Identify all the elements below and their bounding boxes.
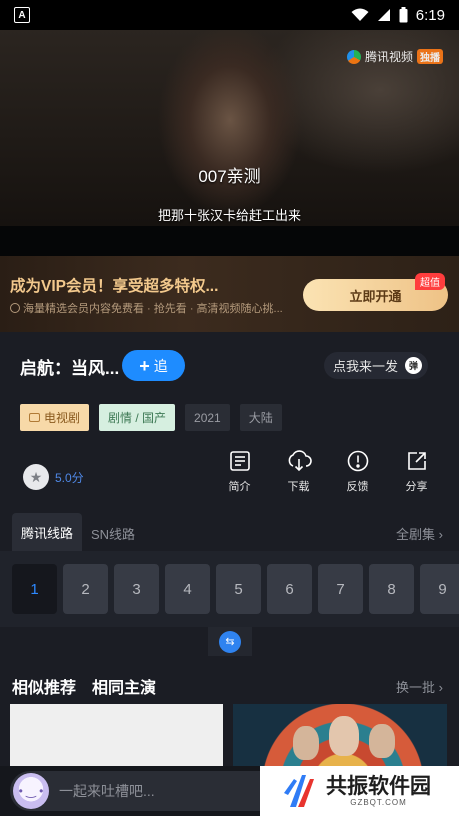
episode-item[interactable]: 3 — [114, 564, 159, 614]
status-bar: A 6:19 — [0, 0, 459, 30]
chevron-right-icon: › — [438, 527, 443, 542]
feedback-icon — [347, 450, 368, 472]
show-tags: 电视剧 剧情 / 国产 2021 大陆 — [20, 404, 282, 431]
episode-item[interactable]: 5 — [216, 564, 261, 614]
recommend-tabs: 相似推荐 相同主演 — [12, 674, 156, 698]
site-logo-name: 共振软件园 — [326, 774, 431, 798]
watermark-badge: 独播 — [417, 49, 443, 64]
refresh-link[interactable]: 换一批 › — [396, 677, 443, 696]
score-value: 5.0分 — [55, 470, 84, 485]
refresh-label: 换一批 — [396, 680, 436, 695]
feedback-button[interactable]: 反馈 — [328, 450, 387, 494]
route-tab-tencent[interactable]: 腾讯线路 — [12, 513, 82, 551]
star-icon: ★ — [23, 464, 49, 490]
tag-type-label: 电视剧 — [44, 411, 81, 425]
vip-title: 成为VIP会员！享受超多特权... — [10, 278, 219, 295]
intro-label: 简介 — [228, 481, 251, 493]
status-icons: 6:19 — [351, 7, 445, 24]
all-episodes-label: 全剧集 — [396, 527, 436, 542]
clock-icon — [10, 303, 20, 313]
poster-figure — [293, 726, 319, 760]
video-watermark: 腾讯视频 独播 — [346, 48, 443, 65]
app-notification-icon: A — [14, 7, 30, 23]
share-icon — [407, 452, 426, 470]
intro-button[interactable]: 简介 — [210, 450, 269, 494]
video-player[interactable]: 腾讯视频 独播 007亲测 把那十张汉卡给赶工出来 — [0, 30, 459, 256]
share-button[interactable]: 分享 — [387, 450, 446, 494]
video-subtitle-bottom: 把那十张汉卡给赶工出来 — [157, 208, 301, 223]
tag-region[interactable]: 大陆 — [239, 404, 282, 431]
danmaku-prompt-button[interactable]: 点我来一发 弹 — [324, 352, 428, 379]
battery-icon — [399, 7, 408, 23]
poster-figure — [369, 724, 395, 758]
site-logo: 共振软件园 GZBQT.COM — [260, 766, 459, 816]
tab-same-cast[interactable]: 相同主演 — [92, 674, 156, 698]
site-logo-url: GZBQT.COM — [350, 797, 407, 807]
route-tab-sn[interactable]: SN线路 — [91, 524, 135, 543]
follow-button[interactable]: + 追 — [122, 350, 185, 381]
wifi-icon — [351, 8, 369, 21]
comment-input[interactable]: • ‿ • 一起来吐槽吧... — [10, 771, 260, 811]
tab-similar[interactable]: 相似推荐 — [12, 674, 76, 698]
signal-icon — [377, 9, 390, 21]
download-icon — [288, 450, 312, 472]
danmaku-prompt-label: 点我来一发 — [333, 359, 399, 374]
collapse-toggle[interactable]: ⇆ — [208, 627, 252, 656]
feedback-label: 反馈 — [346, 481, 369, 493]
share-label: 分享 — [405, 481, 428, 493]
episode-item[interactable]: 9 — [420, 564, 459, 614]
vip-value-badge: 超值 — [415, 273, 445, 290]
comment-placeholder: 一起来吐槽吧... — [59, 783, 155, 799]
site-logo-icon — [284, 775, 314, 807]
watermark-brand: 腾讯视频 — [364, 50, 413, 64]
tv-icon — [29, 413, 40, 422]
plus-icon: + — [139, 355, 150, 376]
route-tabs: 腾讯线路 SN线路 全剧集 › — [0, 513, 459, 551]
tencent-video-logo-icon — [346, 49, 361, 64]
site-logo-text: 共振软件园 GZBQT.COM — [326, 774, 431, 807]
chevron-right-icon: › — [438, 680, 443, 695]
download-label: 下载 — [287, 481, 310, 493]
episode-item[interactable]: 1 — [12, 564, 57, 614]
bottom-bar: • ‿ • 一起来吐槽吧... 共振软件园 GZBQT.COM — [0, 766, 459, 816]
download-button[interactable]: 下载 — [269, 450, 328, 494]
all-episodes-link[interactable]: 全剧集 › — [396, 524, 443, 543]
recommend-card[interactable] — [10, 704, 223, 766]
episode-item[interactable]: 6 — [267, 564, 312, 614]
swap-icon: ⇆ — [219, 630, 241, 653]
video-subtitle-top: 007亲测 — [198, 167, 261, 186]
episode-item[interactable]: 4 — [165, 564, 210, 614]
tag-type[interactable]: 电视剧 — [20, 404, 90, 431]
tag-genre[interactable]: 剧情 / 国产 — [99, 404, 176, 431]
score[interactable]: ★ 5.0分 — [23, 464, 84, 490]
episode-item[interactable]: 8 — [369, 564, 414, 614]
intro-icon — [229, 451, 250, 471]
recommend-card[interactable] — [233, 704, 447, 766]
show-title: 启航：当风... — [20, 359, 120, 378]
tag-year[interactable]: 2021 — [185, 404, 230, 431]
episode-item[interactable]: 7 — [318, 564, 363, 614]
episode-list[interactable]: 1 2 3 4 5 6 7 8 9 — [0, 551, 459, 627]
clock: 6:19 — [415, 6, 445, 24]
poster-figure — [329, 716, 359, 756]
episode-item[interactable]: 2 — [63, 564, 108, 614]
follow-button-label: 追 — [153, 357, 168, 374]
danmaku-icon: 弹 — [405, 357, 422, 374]
vip-banner[interactable]: 成为VIP会员！享受超多特权... 海量精选会员内容免费看 · 抢先看 · 高清… — [0, 256, 459, 332]
action-bar: 简介 下载 反馈 分享 — [210, 450, 446, 494]
vip-subtitle-text: 海量精选会员内容免费看 · 抢先看 · 高清视频随心挑... — [23, 303, 283, 315]
vip-subtitle: 海量精选会员内容免费看 · 抢先看 · 高清视频随心挑... — [10, 300, 283, 316]
avatar: • ‿ • — [13, 773, 49, 809]
